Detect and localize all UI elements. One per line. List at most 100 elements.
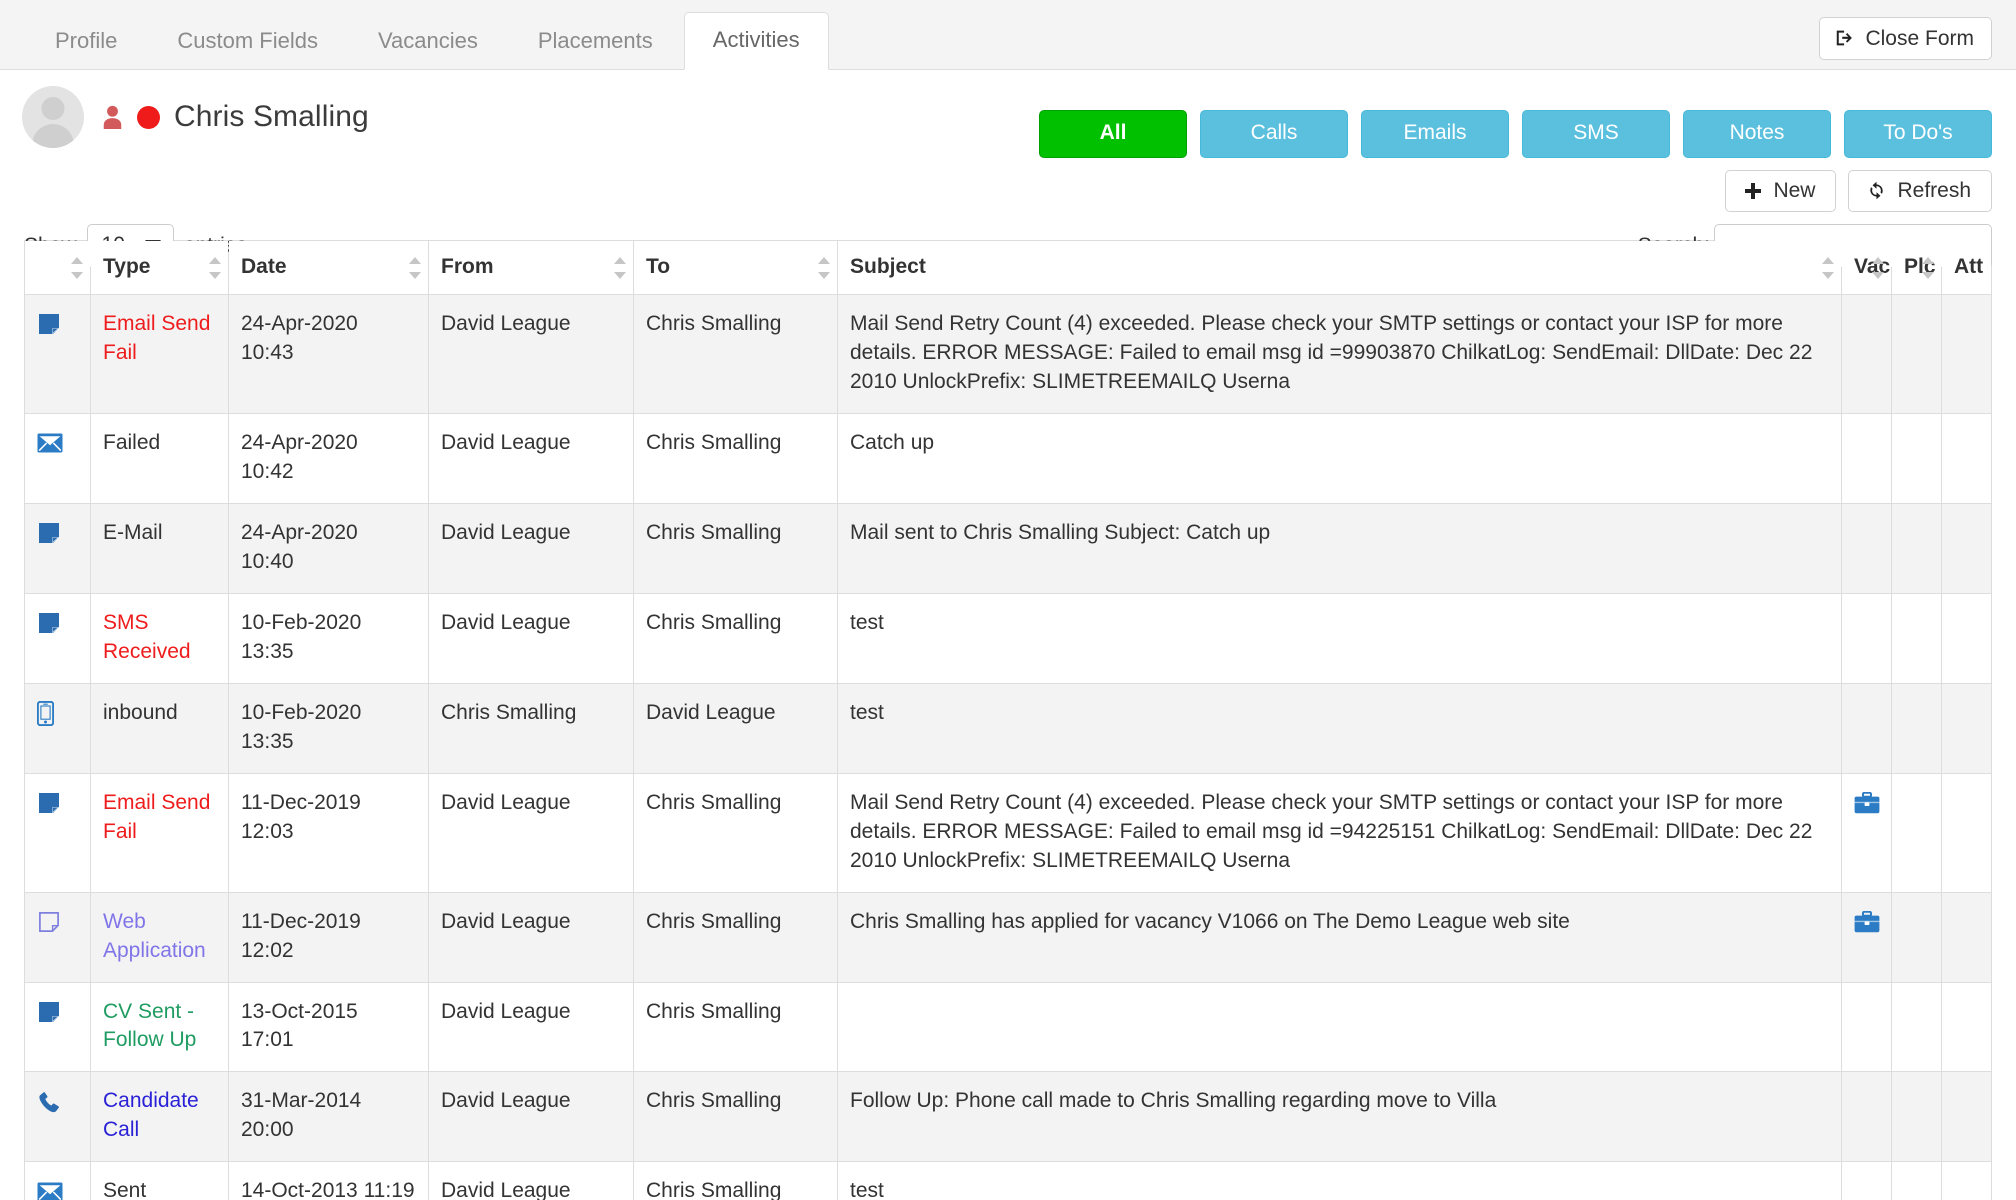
column-header-subject[interactable]: Subject bbox=[837, 240, 1842, 295]
filter-sms-button[interactable]: SMS bbox=[1522, 110, 1670, 159]
cell-from: David League bbox=[428, 502, 634, 594]
filter-calls-button[interactable]: Calls bbox=[1200, 110, 1348, 159]
column-header-type[interactable]: Type bbox=[90, 240, 229, 295]
cell-activity-icon bbox=[24, 502, 91, 594]
cell-activity-icon bbox=[24, 412, 91, 504]
cell-to: Chris Smalling bbox=[633, 891, 838, 983]
tab-label: Profile bbox=[55, 27, 118, 53]
cell-to: Chris Smalling bbox=[633, 1071, 838, 1163]
table-row[interactable]: CV Sent - Follow Up 13-Oct-2015 17:01 Davi… bbox=[24, 981, 1992, 1073]
cell-vac bbox=[1841, 294, 1892, 414]
close-form-button[interactable]: Close Form bbox=[1819, 17, 1992, 60]
mobile-icon bbox=[36, 700, 55, 726]
person-icon bbox=[102, 105, 123, 130]
tab-activities[interactable]: Activities bbox=[683, 11, 829, 70]
table-row[interactable]: Candidate Call 31-Mar-2014 20:00 David Lea… bbox=[24, 1071, 1992, 1163]
cell-from: David League bbox=[428, 1071, 634, 1163]
cell-date: 10-Feb-2020 13:35 bbox=[228, 592, 429, 684]
note-icon bbox=[37, 312, 61, 336]
filter-label: SMS bbox=[1573, 121, 1619, 144]
filter-emails-button[interactable]: Emails bbox=[1361, 110, 1509, 159]
table-row[interactable]: inbound 10-Feb-2020 13:35 Chris Smalling Da… bbox=[24, 682, 1992, 774]
cell-type: Failed bbox=[90, 412, 229, 504]
cell-vac bbox=[1841, 1161, 1892, 1200]
column-header-plc[interactable]: Plc bbox=[1891, 240, 1942, 295]
cell-vac bbox=[1841, 592, 1892, 684]
cell-att bbox=[1941, 592, 1992, 684]
filter-notes-button[interactable]: Notes bbox=[1683, 110, 1831, 159]
phone-icon bbox=[37, 1090, 61, 1114]
cell-activity-icon bbox=[24, 981, 91, 1073]
filter-label: Notes bbox=[1729, 121, 1785, 144]
page-title: Chris Smalling bbox=[174, 100, 369, 133]
cell-plc bbox=[1891, 592, 1942, 684]
column-header-date[interactable]: Date bbox=[228, 240, 429, 295]
table-row[interactable]: Web Application 11-Dec-2019 12:02 David Le… bbox=[24, 891, 1992, 983]
briefcase-icon bbox=[1854, 791, 1880, 814]
column-header-vac[interactable]: Vac bbox=[1841, 240, 1892, 295]
cell-subject: Mail sent to Chris Smalling Subject: Cat… bbox=[837, 502, 1842, 594]
cell-att bbox=[1941, 981, 1992, 1073]
cell-type: Web Application bbox=[90, 891, 229, 983]
column-header-from[interactable]: From bbox=[428, 240, 634, 295]
tab-label: Placements bbox=[537, 27, 653, 53]
sort-icon bbox=[614, 256, 626, 279]
cell-subject: Chris Smalling has applied for vacancy V… bbox=[837, 891, 1842, 983]
cell-from: David League bbox=[428, 412, 634, 504]
table-row[interactable]: E-Mail 24-Apr-2020 10:40 David League Chris… bbox=[24, 502, 1992, 594]
cell-date: 31-Mar-2014 20:00 bbox=[228, 1071, 429, 1163]
cell-vac bbox=[1841, 891, 1892, 983]
filter-todos-button[interactable]: To Do's bbox=[1844, 110, 1992, 159]
table-row[interactable]: Failed 24-Apr-2020 10:42 David League Chris… bbox=[24, 412, 1992, 504]
tab-custom-fields[interactable]: Custom Fields bbox=[148, 13, 347, 70]
cell-plc bbox=[1891, 1071, 1942, 1163]
envelope-icon bbox=[37, 433, 63, 453]
cell-plc bbox=[1891, 1161, 1942, 1200]
tab-placements[interactable]: Placements bbox=[509, 13, 682, 70]
cell-type: inbound bbox=[90, 682, 229, 774]
sort-icon bbox=[409, 256, 421, 279]
tab-profile[interactable]: Profile bbox=[26, 13, 146, 70]
cell-vac bbox=[1841, 412, 1892, 504]
cell-subject bbox=[837, 981, 1842, 1073]
cell-activity-icon bbox=[24, 891, 91, 983]
column-label: To bbox=[646, 255, 671, 278]
column-header-att[interactable]: Att bbox=[1941, 240, 1992, 295]
cell-vac bbox=[1841, 502, 1892, 594]
filter-all-button[interactable]: All bbox=[1039, 110, 1187, 159]
cell-subject: Catch up bbox=[837, 412, 1842, 504]
table-row[interactable]: Email Send Fail 11-Dec-2019 12:03 David Le… bbox=[24, 772, 1992, 893]
cell-plc bbox=[1891, 412, 1942, 504]
table-row[interactable]: Email Send Fail 24-Apr-2020 10:43 David Le… bbox=[24, 294, 1992, 414]
table-row[interactable]: Sent 14-Oct-2013 11:19 David League Chris S… bbox=[24, 1161, 1992, 1200]
table-tools: Show 10 entries Search: bbox=[24, 168, 1992, 268]
sort-icon bbox=[209, 256, 221, 279]
cell-plc bbox=[1891, 772, 1942, 893]
cell-date: 14-Oct-2013 11:19 bbox=[228, 1161, 429, 1200]
filter-label: All bbox=[1099, 121, 1127, 144]
column-header-icon[interactable] bbox=[24, 240, 91, 295]
cell-subject: test bbox=[837, 592, 1842, 684]
close-form-label: Close Form bbox=[1865, 26, 1974, 50]
cell-from: David League bbox=[428, 981, 634, 1073]
filter-label: To Do's bbox=[1883, 121, 1953, 144]
tab-label: Vacancies bbox=[377, 27, 478, 53]
activities-table-wrap: Type Date From To Subject Vac Plc Att Em… bbox=[24, 240, 1992, 1200]
sort-icon bbox=[1922, 256, 1934, 279]
cell-vac bbox=[1841, 1071, 1892, 1163]
activities-table: Type Date From To Subject Vac Plc Att Em… bbox=[24, 240, 1992, 1200]
cell-from: David League bbox=[428, 891, 634, 983]
column-header-to[interactable]: To bbox=[633, 240, 838, 295]
cell-type: Email Send Fail bbox=[90, 294, 229, 414]
table-row[interactable]: SMS Received 10-Feb-2020 13:35 David Leagu… bbox=[24, 592, 1992, 684]
cell-from: Chris Smalling bbox=[428, 682, 634, 774]
envelope-icon bbox=[37, 1182, 63, 1200]
cell-plc bbox=[1891, 502, 1942, 594]
table-head: Type Date From To Subject Vac Plc Att bbox=[24, 240, 1992, 295]
note-outline-icon bbox=[37, 910, 61, 934]
tab-vacancies[interactable]: Vacancies bbox=[349, 13, 507, 70]
cell-subject: Mail Send Retry Count (4) exceeded. Plea… bbox=[837, 772, 1842, 893]
status-badge bbox=[137, 105, 160, 129]
cell-plc bbox=[1891, 891, 1942, 983]
cell-vac bbox=[1841, 981, 1892, 1073]
